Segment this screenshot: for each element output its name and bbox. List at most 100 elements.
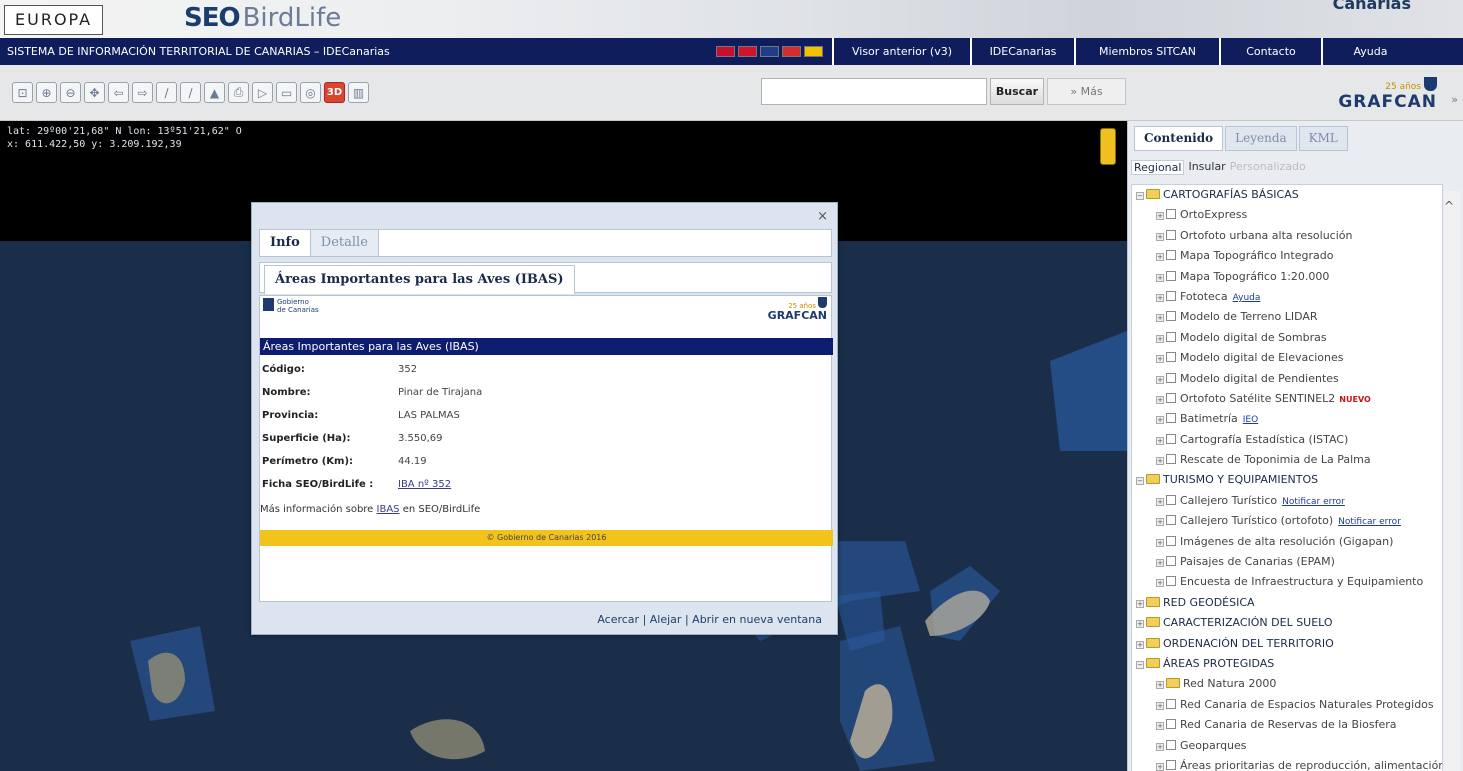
search-input[interactable] — [761, 78, 987, 105]
expand-icon[interactable]: + — [1156, 538, 1164, 547]
3d-icon[interactable]: 3D — [324, 82, 345, 103]
expand-panel-icon[interactable]: » — [1451, 93, 1458, 106]
layer-checkbox[interactable] — [1166, 698, 1176, 709]
layer-checkbox[interactable] — [1166, 250, 1176, 261]
tree-layer[interactable]: + Rescate de Toponimia de La Palma — [1132, 450, 1442, 470]
layer-checkbox[interactable] — [1166, 556, 1176, 567]
previous-view-icon[interactable]: ⇦ — [108, 82, 129, 103]
tree-layer[interactable]: + Batimetría IEO — [1132, 409, 1442, 429]
ibas-link[interactable]: IBAS — [377, 504, 400, 515]
expand-icon[interactable]: + — [1156, 762, 1164, 771]
zoom-extent-icon[interactable]: ⊡ — [12, 82, 33, 103]
measure-area-icon[interactable]: ∕ — [180, 82, 201, 103]
expand-icon[interactable]: + — [1136, 599, 1144, 608]
expand-icon[interactable]: + — [1156, 559, 1164, 568]
tree-group[interactable]: + RED GEODÉSICA — [1132, 593, 1442, 613]
expand-icon[interactable]: + — [1156, 232, 1164, 241]
expand-icon[interactable]: + — [1156, 395, 1164, 404]
expand-icon[interactable]: + — [1156, 334, 1164, 343]
scroll-up-icon[interactable]: ^ — [1444, 199, 1454, 213]
layer-checkbox[interactable] — [1166, 535, 1176, 546]
expand-icon[interactable]: + — [1136, 620, 1144, 629]
tree-layer[interactable]: + Modelo digital de Sombras — [1132, 328, 1442, 348]
expand-icon[interactable]: + — [1156, 722, 1164, 731]
layer-checkbox[interactable] — [1166, 576, 1176, 587]
layer-checkbox[interactable] — [1166, 454, 1176, 465]
more-button[interactable]: » Más — [1047, 78, 1126, 105]
tab-contenido[interactable]: Contenido — [1134, 126, 1224, 151]
nav-ayuda[interactable]: Ayuda — [1321, 38, 1418, 65]
tree-link[interactable]: Ayuda — [1233, 293, 1261, 303]
nav-miembros-sitcan[interactable]: Miembros SITCAN — [1074, 38, 1219, 65]
tree-layer[interactable]: + Ortofoto Satélite SENTINEL2 NUEVO — [1132, 389, 1442, 409]
tab-info[interactable]: Info — [260, 230, 311, 256]
profile-icon[interactable]: ▲ — [204, 82, 225, 103]
tree-layer[interactable]: + Modelo digital de Pendientes — [1132, 369, 1442, 389]
expand-icon[interactable]: + — [1136, 640, 1144, 649]
tab-detalle[interactable]: Detalle — [310, 230, 379, 256]
tree-layer[interactable]: + Imágenes de alta resolución (Gigapan) — [1132, 532, 1442, 552]
print-icon[interactable]: ⎙ — [228, 82, 249, 103]
tree-group[interactable]: − TURISMO Y EQUIPAMIENTOS — [1132, 470, 1442, 490]
layer-checkbox[interactable] — [1166, 433, 1176, 444]
collapse-icon[interactable]: − — [1136, 477, 1144, 486]
expand-icon[interactable]: + — [1156, 701, 1164, 710]
expand-icon[interactable]: + — [1156, 416, 1164, 425]
tree-group[interactable]: + CARACTERIZACIÓN DEL SUELO — [1132, 613, 1442, 633]
tree-layer[interactable]: + Red Canaria de Reservas de la Biosfera — [1132, 715, 1442, 735]
expand-icon[interactable]: + — [1156, 436, 1164, 445]
tree-layer[interactable]: + Red Natura 2000 — [1132, 674, 1442, 694]
zoom-in-link[interactable]: Acercar — [597, 613, 639, 626]
tree-layer[interactable]: + Red Canaria de Espacios Naturales Prote… — [1132, 695, 1442, 715]
expand-icon[interactable]: + — [1156, 518, 1164, 527]
layer-checkbox[interactable] — [1166, 311, 1176, 322]
layer-checkbox[interactable] — [1166, 719, 1176, 730]
map-viewer[interactable]: lat: 29º00'21,68" N lon: 13º51'21,62" O … — [0, 121, 1127, 771]
language-flag-icon[interactable] — [804, 46, 823, 57]
tab-kml[interactable]: KML — [1298, 126, 1348, 151]
tree-group[interactable]: − ÁREAS PROTEGIDAS — [1132, 654, 1442, 674]
iba-sheet-link[interactable]: IBA nº 352 — [398, 479, 451, 490]
street-view-pegman-icon[interactable] — [1100, 128, 1116, 165]
tree-layer[interactable]: + OrtoExpress — [1132, 205, 1442, 225]
layer-checkbox[interactable] — [1166, 372, 1176, 383]
layer-checkbox[interactable] — [1166, 331, 1176, 342]
tree-layer[interactable]: + Paisajes de Canarias (EPAM) — [1132, 552, 1442, 572]
layer-checkbox[interactable] — [1166, 392, 1176, 403]
layer-checkbox[interactable] — [1166, 209, 1176, 220]
tab-layer-ibas[interactable]: Áreas Importantes para las Aves (IBAS) — [264, 265, 575, 294]
expand-icon[interactable]: + — [1156, 742, 1164, 751]
subtab-personalizado[interactable]: Personalizado — [1230, 160, 1306, 175]
tree-link[interactable]: IEO — [1243, 415, 1258, 425]
expand-icon[interactable]: + — [1156, 273, 1164, 282]
tree-scrollbar[interactable] — [1444, 191, 1460, 771]
nav-contacto[interactable]: Contacto — [1219, 38, 1321, 65]
next-view-icon[interactable]: ⇨ — [132, 82, 153, 103]
layers-icon[interactable]: ◎ — [300, 82, 321, 103]
layer-checkbox[interactable] — [1166, 290, 1176, 301]
expand-icon[interactable]: + — [1156, 293, 1164, 302]
zoom-in-icon[interactable]: ⊕ — [36, 82, 57, 103]
subtab-insular[interactable]: Insular — [1188, 160, 1225, 175]
language-flag-icon[interactable] — [760, 46, 779, 57]
expand-icon[interactable]: + — [1156, 681, 1164, 690]
tree-layer[interactable]: + Mapa Topográfico 1:20.000 — [1132, 267, 1442, 287]
subtab-regional[interactable]: Regional — [1131, 160, 1185, 175]
open-new-window-link[interactable]: Abrir en nueva ventana — [692, 613, 822, 626]
tree-layer[interactable]: + Fototeca Ayuda — [1132, 287, 1442, 307]
collapse-icon[interactable]: − — [1136, 660, 1144, 669]
nav-idecanarias[interactable]: IDECanarias — [970, 38, 1074, 65]
layer-checkbox[interactable] — [1166, 759, 1176, 770]
tree-layer[interactable]: + Áreas prioritarias de reproducción, ali… — [1132, 756, 1442, 771]
tree-group[interactable]: + ORDENACIÓN DEL TERRITORIO — [1132, 634, 1442, 654]
zoom-out-icon[interactable]: ⊖ — [60, 82, 81, 103]
language-flag-icon[interactable] — [716, 46, 735, 57]
tree-layer[interactable]: + Ortofoto urbana alta resolución — [1132, 226, 1442, 246]
zoom-out-link[interactable]: Alejar — [650, 613, 682, 626]
layer-checkbox[interactable] — [1166, 270, 1176, 281]
tree-layer[interactable]: + Modelo digital de Elevaciones — [1132, 348, 1442, 368]
measure-distance-icon[interactable]: ∕ — [156, 82, 177, 103]
legend-icon[interactable]: ▭ — [276, 82, 297, 103]
language-flag-icon[interactable] — [738, 46, 757, 57]
tree-layer[interactable]: + Callejero Turístico (ortofoto) Notificar… — [1132, 511, 1442, 531]
